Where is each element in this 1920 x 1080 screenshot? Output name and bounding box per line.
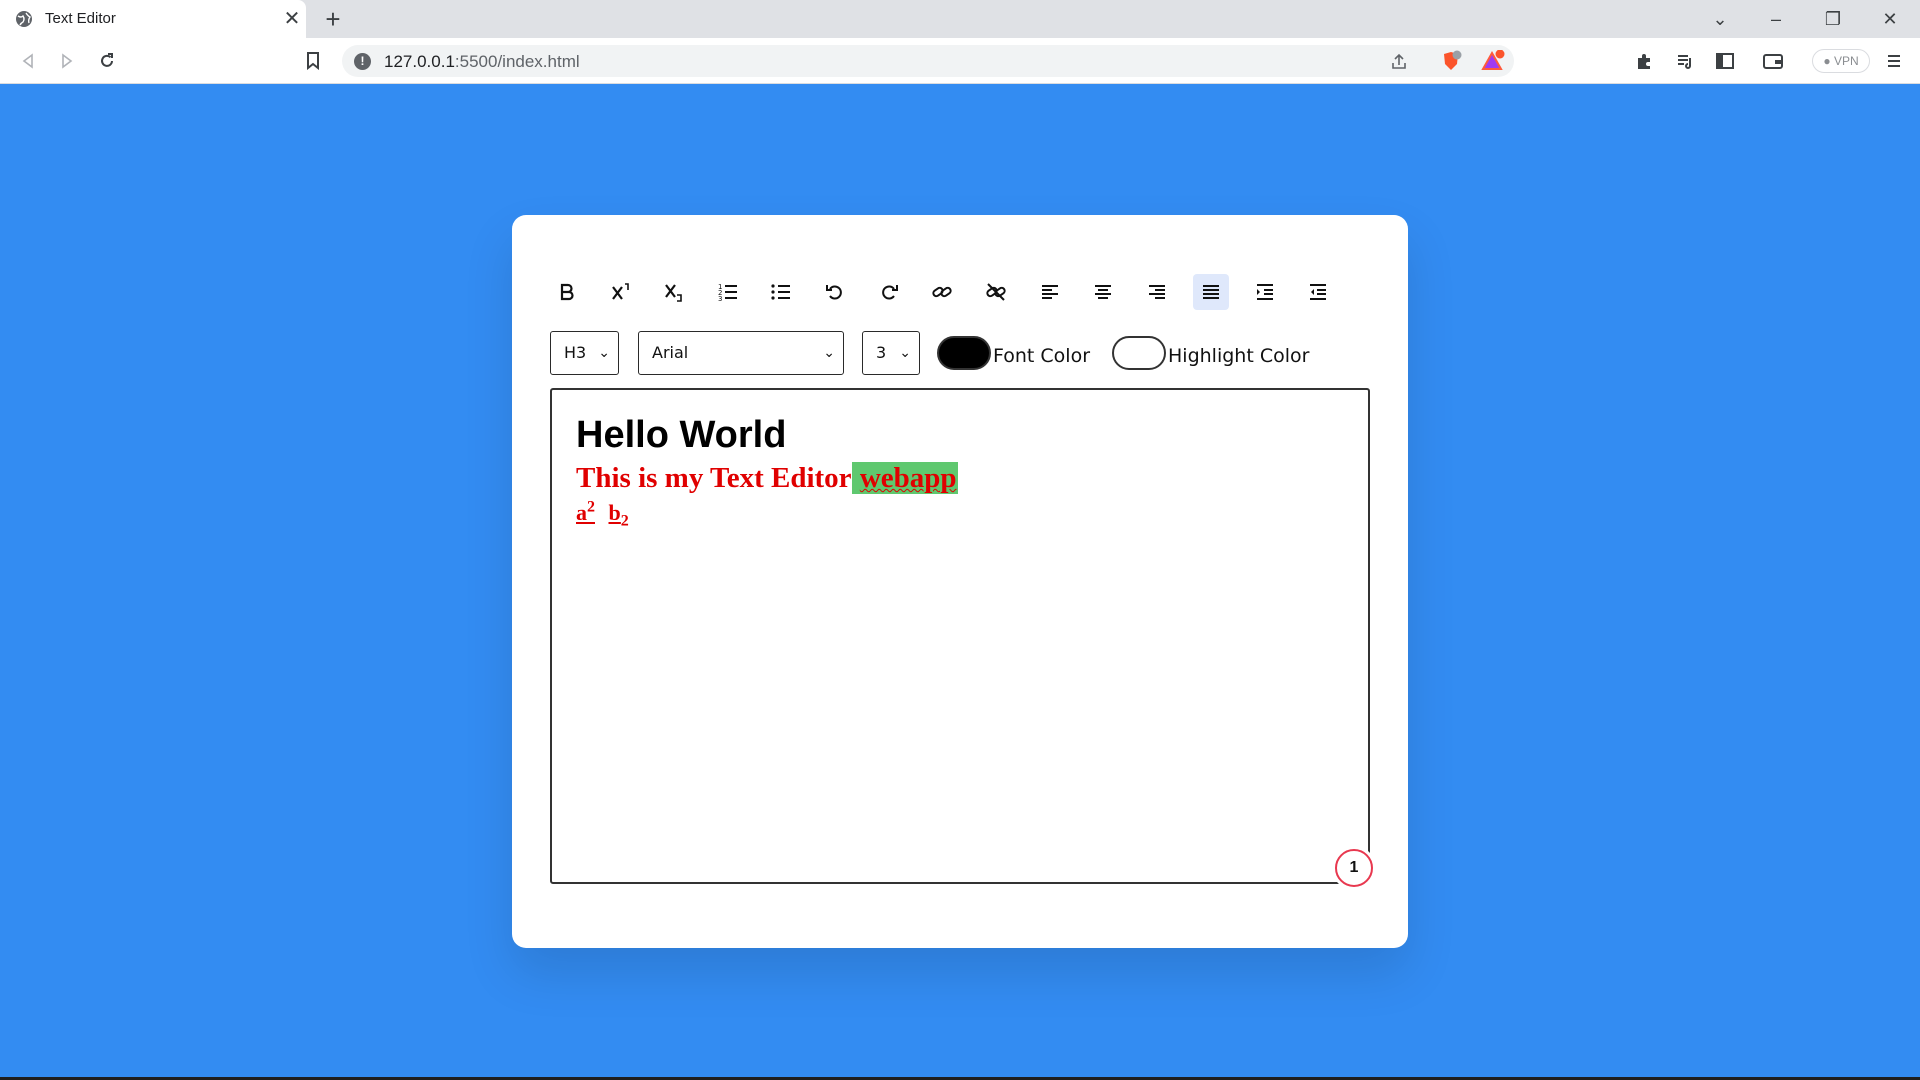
justify-icon <box>1203 285 1219 299</box>
minimize-icon[interactable]: – <box>1758 5 1794 33</box>
back-icon[interactable] <box>13 46 43 76</box>
outdent-icon <box>1310 284 1326 300</box>
ordered-list-icon: 123 <box>718 283 737 303</box>
chevron-down-icon: ⌄ <box>823 345 835 361</box>
bold-icon <box>560 283 574 301</box>
address-bar[interactable]: ! 127.0.0.1:5500/index.html <box>342 45 1514 77</box>
svg-text:3: 3 <box>718 295 722 303</box>
brave-shields-icon[interactable] <box>1436 46 1466 76</box>
align-right-button[interactable] <box>1139 274 1175 310</box>
sidebar-icon[interactable] <box>1710 46 1740 76</box>
bold-button[interactable] <box>549 274 585 310</box>
vpn-button[interactable]: ● VPN <box>1812 49 1870 73</box>
tab-strip: Text Editor ✕ + ⌄ – ❐ ✕ <box>0 0 1920 38</box>
font-family-select-value: Arial <box>652 343 689 362</box>
subscript-button[interactable] <box>656 274 692 310</box>
reload-icon[interactable] <box>92 46 122 76</box>
new-tab-icon[interactable]: + <box>318 4 348 34</box>
indent-icon <box>1257 284 1273 300</box>
brave-rewards-icon[interactable] <box>1478 46 1508 76</box>
highlight-color-picker[interactable] <box>1112 336 1166 370</box>
restore-icon[interactable]: ❐ <box>1815 5 1851 33</box>
forward-icon[interactable] <box>52 46 82 76</box>
media-queue-icon[interactable] <box>1670 46 1700 76</box>
editor-heading: Hello World <box>576 414 787 456</box>
ordered-list-button[interactable]: 123 <box>710 274 746 310</box>
align-center-icon <box>1095 285 1111 299</box>
chevron-down-icon: ⌄ <box>598 345 610 361</box>
extensions-icon[interactable] <box>1629 46 1659 76</box>
browser-tab[interactable]: Text Editor ✕ <box>0 0 306 38</box>
menu-icon[interactable] <box>1879 46 1909 76</box>
heading-select[interactable]: H3 ⌄ <box>550 331 619 375</box>
undo-button[interactable] <box>817 274 853 310</box>
share-icon[interactable] <box>1390 53 1408 71</box>
editor-line-3: a2 b2 <box>576 499 1344 531</box>
align-left-button[interactable] <box>1032 274 1068 310</box>
justify-button[interactable] <box>1193 274 1229 310</box>
font-family-select[interactable]: Arial ⌄ <box>638 331 844 375</box>
font-size-select-value: 3 <box>876 343 887 362</box>
unlink-button[interactable] <box>978 274 1014 310</box>
align-center-button[interactable] <box>1085 274 1121 310</box>
editor-line-2-text: This is my Text Editor <box>576 462 852 494</box>
superscript-icon <box>612 283 629 300</box>
grammarly-badge[interactable]: 1 <box>1335 849 1373 887</box>
outdent-button[interactable] <box>1300 274 1336 310</box>
unlink-icon <box>986 283 1006 301</box>
undo-icon <box>826 285 842 300</box>
redo-button[interactable] <box>871 274 907 310</box>
editor-card: 123 H3 ⌄ Arial ⌄ 3 ⌄ Font Color Highligh… <box>512 215 1408 948</box>
subscript-sample: b2 <box>608 500 629 530</box>
tab-search-chevron-icon[interactable]: ⌄ <box>1702 5 1738 33</box>
superscript-button[interactable] <box>603 274 639 310</box>
close-tab-icon[interactable]: ✕ <box>280 7 304 31</box>
globe-icon <box>16 11 32 27</box>
align-right-icon <box>1149 285 1165 299</box>
indent-button[interactable] <box>1247 274 1283 310</box>
browser-toolbar: ! 127.0.0.1:5500/index.html ● VPN <box>0 38 1920 84</box>
bookmark-icon[interactable] <box>298 46 328 76</box>
url-text: 127.0.0.1:5500/index.html <box>384 52 580 71</box>
editor-line-2: This is my Text Editor webapp <box>576 459 1344 497</box>
redo-icon <box>882 285 898 300</box>
site-info-icon[interactable]: ! <box>354 53 371 70</box>
chevron-down-icon: ⌄ <box>899 345 911 361</box>
font-size-select[interactable]: 3 ⌄ <box>862 331 920 375</box>
unordered-list-button[interactable] <box>763 274 799 310</box>
font-color-label: Font Color <box>993 345 1091 367</box>
subscript-icon <box>665 284 682 302</box>
highlighted-text: webapp <box>851 462 958 494</box>
align-left-icon <box>1042 285 1058 299</box>
font-color-picker[interactable] <box>937 336 991 370</box>
tab-title: Text Editor <box>45 10 116 27</box>
link-icon <box>932 286 952 298</box>
link-button[interactable] <box>924 274 960 310</box>
close-window-icon[interactable]: ✕ <box>1872 5 1908 33</box>
superscript-sample: a2 <box>576 499 595 526</box>
unordered-list-icon <box>771 284 790 300</box>
highlight-color-label: Highlight Color <box>1168 345 1310 367</box>
heading-select-value: H3 <box>564 343 587 362</box>
wallet-icon[interactable] <box>1758 46 1788 76</box>
text-editor-area[interactable]: Hello World This is my Text Editor webap… <box>550 388 1370 884</box>
